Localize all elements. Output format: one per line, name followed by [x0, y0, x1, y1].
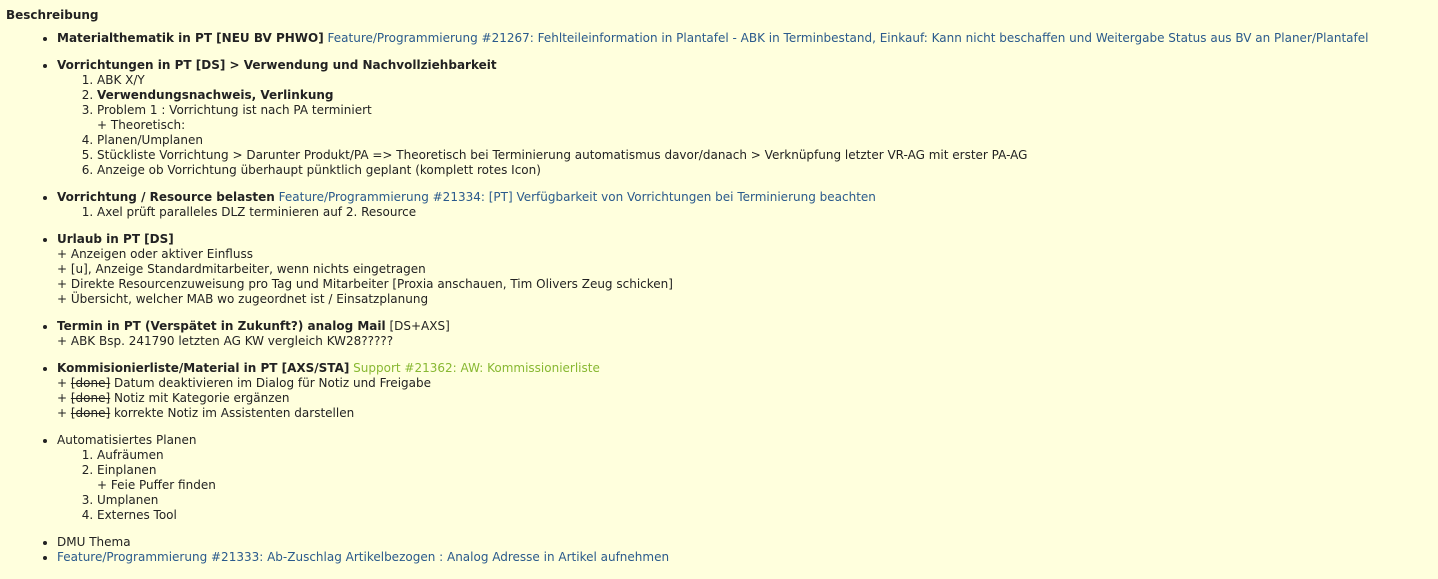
note-line: + ABK Bsp. 241790 letzten AG KW vergleic…	[57, 334, 394, 348]
list-item: DMU Thema	[57, 535, 1432, 550]
sub-list-item: Einplanen + Feie Puffer finden	[97, 463, 1432, 493]
list-item: Vorrichtung / Resource belasten Feature/…	[57, 190, 1432, 220]
note-line: + [u], Anzeige Standardmitarbeiter, wenn…	[57, 262, 426, 276]
done-line: + [done] Datum deaktivieren im Dialog fü…	[57, 376, 1432, 391]
done-tag: [done]	[70, 406, 111, 420]
sub-item-text: Einplanen	[97, 463, 157, 477]
item-title: Kommisionierliste/Material in PT [AXS/ST…	[57, 361, 350, 375]
list-item: Termin in PT (Verspätet in Zukunft?) ana…	[57, 319, 1432, 349]
sub-list-item: Aufräumen	[97, 448, 1432, 463]
item-title: Materialthematik in PT [NEU BV PHWO]	[57, 31, 324, 45]
line-prefix: +	[57, 391, 71, 405]
done-tag: [done]	[70, 391, 111, 405]
item-title: Vorrichtung / Resource belasten	[57, 190, 275, 204]
note-line: + Übersicht, welcher MAB wo zugeordnet i…	[57, 292, 429, 306]
sub-list-item: Axel prüft paralleles DLZ terminieren au…	[97, 205, 1432, 220]
item-suffix: [DS+AXS]	[389, 319, 450, 333]
sub-list: Axel prüft paralleles DLZ terminieren au…	[57, 205, 1432, 220]
description-section: Beschreibung Materialthematik in PT [NEU…	[0, 0, 1438, 570]
list-item: Urlaub in PT [DS] + Anzeigen oder aktive…	[57, 232, 1432, 307]
sub-list: ABK X/Y Verwendungsnachweis, Verlinkung …	[57, 73, 1432, 178]
sub-list-item: Verwendungsnachweis, Verlinkung	[97, 88, 1432, 103]
sub-list-item: Umplanen	[97, 493, 1432, 508]
sub-item-text: Problem 1 : Vorrichtung ist nach PA term…	[97, 103, 372, 117]
list-item: Kommisionierliste/Material in PT [AXS/ST…	[57, 361, 1432, 421]
done-line: + [done] Notiz mit Kategorie ergänzen	[57, 391, 1432, 406]
sub-list-item: Anzeige ob Vorrichtung überhaupt pünktli…	[97, 163, 1432, 178]
sub-note: + Feie Puffer finden	[97, 478, 216, 492]
issue-link[interactable]: Feature/Programmierung #21333: Ab-Zuschl…	[57, 550, 669, 564]
list-item: Vorrichtungen in PT [DS] > Verwendung un…	[57, 58, 1432, 178]
line-text: korrekte Notiz im Assistenten darstellen	[110, 406, 355, 420]
note-line: + Direkte Resourcenzuweisung pro Tag und…	[57, 277, 673, 291]
sub-item-title: Verwendungsnachweis, Verlinkung	[97, 88, 334, 102]
sub-list-item: ABK X/Y	[97, 73, 1432, 88]
item-title: Termin in PT (Verspätet in Zukunft?) ana…	[57, 319, 386, 333]
line-text: Notiz mit Kategorie ergänzen	[110, 391, 290, 405]
sub-list: Aufräumen Einplanen + Feie Puffer finden…	[57, 448, 1432, 523]
line-text: Datum deaktivieren im Dialog für Notiz u…	[110, 376, 431, 390]
sub-list-item: Externes Tool	[97, 508, 1432, 523]
item-title: Automatisiertes Planen	[57, 433, 197, 447]
done-line: + [done] korrekte Notiz im Assistenten d…	[57, 406, 1432, 421]
issue-link[interactable]: Feature/Programmierung #21334: [PT] Verf…	[279, 190, 876, 204]
sub-list-item: Stückliste Vorrichtung > Darunter Produk…	[97, 148, 1432, 163]
topic-list: Materialthematik in PT [NEU BV PHWO] Fea…	[6, 31, 1432, 565]
sub-note: + Theoretisch:	[97, 118, 186, 132]
list-item: Automatisiertes Planen Aufräumen Einplan…	[57, 433, 1432, 523]
note-line: + Anzeigen oder aktiver Einfluss	[57, 247, 253, 261]
item-title: Vorrichtungen in PT [DS] > Verwendung un…	[57, 58, 497, 72]
item-title: DMU Thema	[57, 535, 131, 549]
line-prefix: +	[57, 406, 71, 420]
issue-link[interactable]: Feature/Programmierung #21267: Fehlteile…	[328, 31, 1369, 45]
support-link[interactable]: Support #21362: AW: Kommissionierliste	[353, 361, 600, 375]
item-title: Urlaub in PT [DS]	[57, 232, 174, 246]
done-tag: [done]	[70, 376, 111, 390]
section-heading: Beschreibung	[6, 8, 99, 22]
line-prefix: +	[57, 376, 71, 390]
sub-list-item: Planen/Umplanen	[97, 133, 1432, 148]
list-item: Feature/Programmierung #21333: Ab-Zuschl…	[57, 550, 1432, 565]
list-item: Materialthematik in PT [NEU BV PHWO] Fea…	[57, 31, 1432, 46]
sub-list-item: Problem 1 : Vorrichtung ist nach PA term…	[97, 103, 1432, 133]
